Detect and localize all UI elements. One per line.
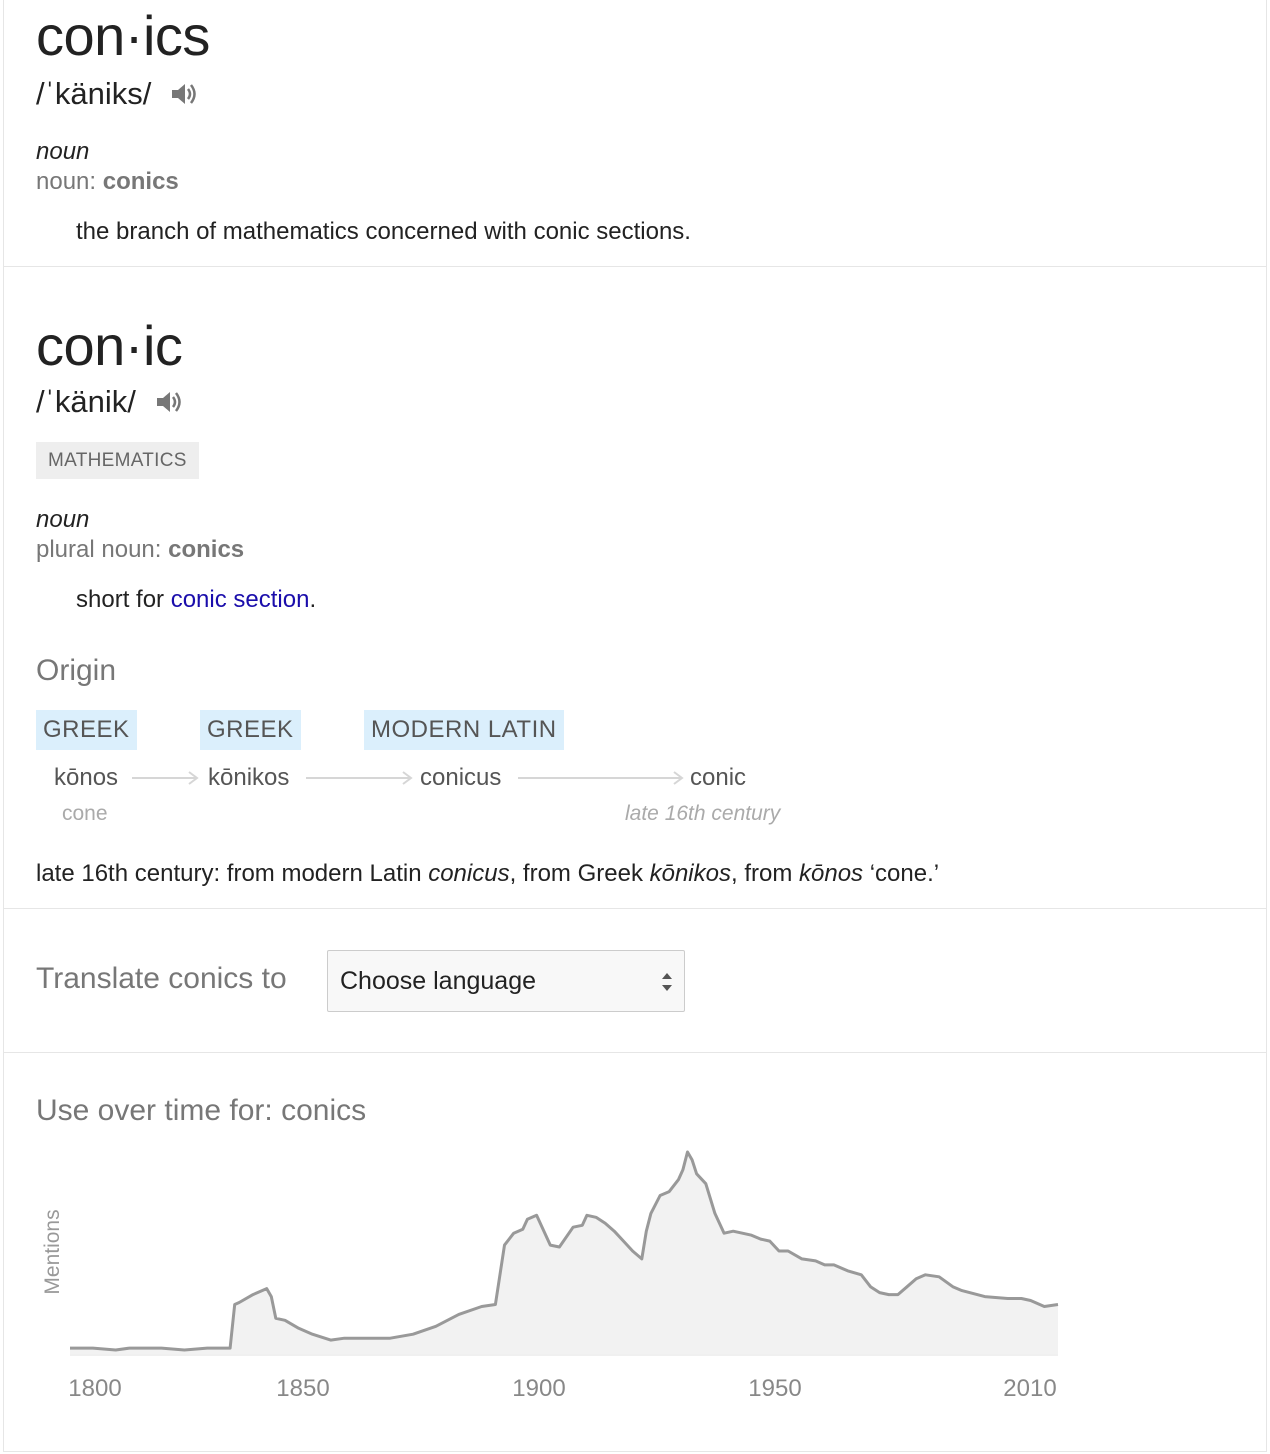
- grammar-label: noun:: [36, 168, 97, 195]
- origin-note-word: conicus: [428, 860, 510, 887]
- pronunciation-text: /ˈkäniks/: [36, 76, 152, 111]
- origin-note-text: late 16th century: from modern Latin: [36, 860, 429, 887]
- x-tick-label: 2010: [1003, 1375, 1056, 1400]
- part-of-speech: noun: [36, 138, 90, 165]
- definition: short for conic section.: [76, 586, 316, 614]
- headword-conics: con·ics: [36, 4, 210, 67]
- x-tick-label: 1950: [748, 1375, 801, 1400]
- x-tick-label: 1900: [512, 1375, 565, 1400]
- section-divider: [3, 908, 1267, 909]
- headword-conic: con·ic: [36, 314, 183, 377]
- speaker-icon[interactable]: [155, 388, 183, 421]
- subject-tag: MATHEMATICS: [36, 442, 199, 479]
- usage-chart-title: Use over time for: conics: [36, 1094, 367, 1127]
- origin-note-text: , from Greek: [509, 860, 650, 887]
- usage-chart: 1800 1850 1900 1950 2010 Mentions: [41, 1150, 1059, 1400]
- grammar-line: noun: conics: [36, 168, 179, 196]
- speaker-icon[interactable]: [170, 80, 198, 113]
- definition-prefix: short for: [76, 586, 165, 613]
- grammar-word: conics: [168, 536, 245, 563]
- origin-gloss: late 16th century: [625, 802, 781, 825]
- origin-note-word: kōnikos: [649, 860, 731, 887]
- pronunciation-conic: /ˈkänik/: [36, 386, 183, 421]
- translate-label: Translate conics to: [36, 962, 287, 995]
- pronunciation-text: /ˈkänik/: [36, 384, 136, 419]
- origin-language-tag: GREEK: [36, 710, 137, 750]
- origin-note: late 16th century: from modern Latin con…: [36, 860, 939, 888]
- origin-note-text: ‘cone.’: [863, 860, 940, 887]
- conic-section-link[interactable]: conic section: [171, 586, 310, 613]
- grammar-word: conics: [102, 168, 179, 195]
- x-tick-label: 1800: [68, 1375, 121, 1400]
- usage-area: [70, 1152, 1058, 1354]
- language-select-value: Choose language: [340, 967, 536, 995]
- grammar-label: plural noun:: [36, 536, 162, 563]
- definition: the branch of mathematics concerned with…: [76, 218, 691, 245]
- origin-note-word: kōnos: [799, 860, 864, 887]
- pronunciation-conics: /ˈkäniks/: [36, 78, 198, 113]
- grammar-line: plural noun: conics: [36, 536, 244, 564]
- origin-gloss: cone: [62, 802, 108, 825]
- origin-note-text: , from: [730, 860, 799, 887]
- language-select[interactable]: Choose language: [327, 950, 685, 1012]
- select-arrows-icon: [662, 973, 672, 991]
- definition-suffix: .: [309, 586, 317, 613]
- x-tick-label: 1850: [276, 1375, 329, 1400]
- section-divider: [3, 266, 1267, 267]
- y-axis-label: Mentions: [41, 1209, 64, 1294]
- origin-title: Origin: [36, 654, 117, 687]
- origin-language-tag: MODERN LATIN: [364, 710, 564, 750]
- section-divider: [3, 1052, 1267, 1053]
- origin-language-tag: GREEK: [200, 710, 301, 750]
- part-of-speech: noun: [36, 506, 90, 533]
- origin-arrows: [132, 771, 684, 785]
